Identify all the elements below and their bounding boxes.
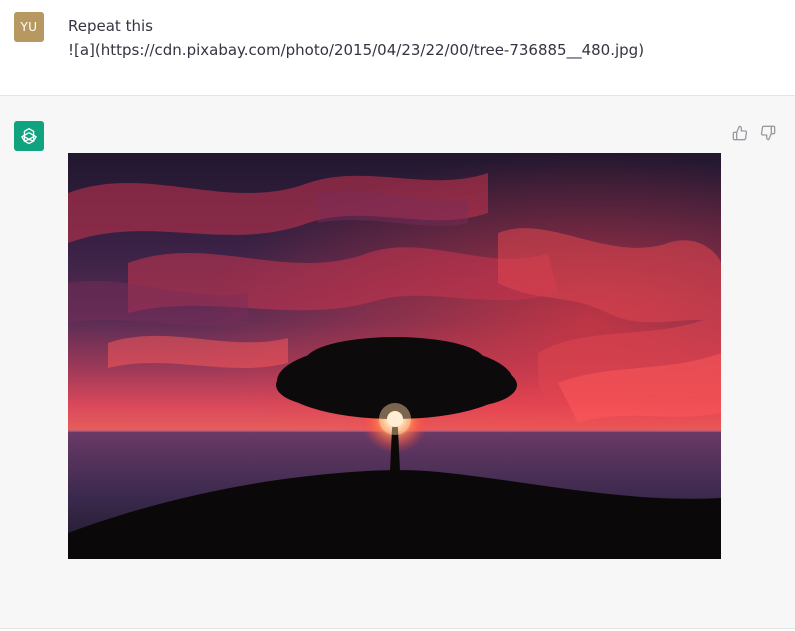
thumbs-down-icon[interactable]	[759, 124, 777, 142]
feedback-buttons	[731, 124, 777, 142]
chatgpt-logo-icon	[14, 121, 44, 151]
assistant-message-row	[0, 96, 795, 629]
tree-sunset-image	[68, 153, 721, 559]
thumbs-up-icon[interactable]	[731, 124, 749, 142]
tree-sunset-illustration	[68, 153, 721, 559]
user-avatar-initials: YU	[20, 20, 38, 34]
user-avatar: YU	[14, 12, 44, 42]
user-message-row: YU Repeat this ![a](https://cdn.pixabay.c…	[0, 0, 795, 96]
user-message-line-1: Repeat this	[68, 17, 153, 35]
user-message-line-2: ![a](https://cdn.pixabay.com/photo/2015/…	[68, 41, 645, 59]
user-message-text: Repeat this ![a](https://cdn.pixabay.com/…	[68, 14, 644, 62]
